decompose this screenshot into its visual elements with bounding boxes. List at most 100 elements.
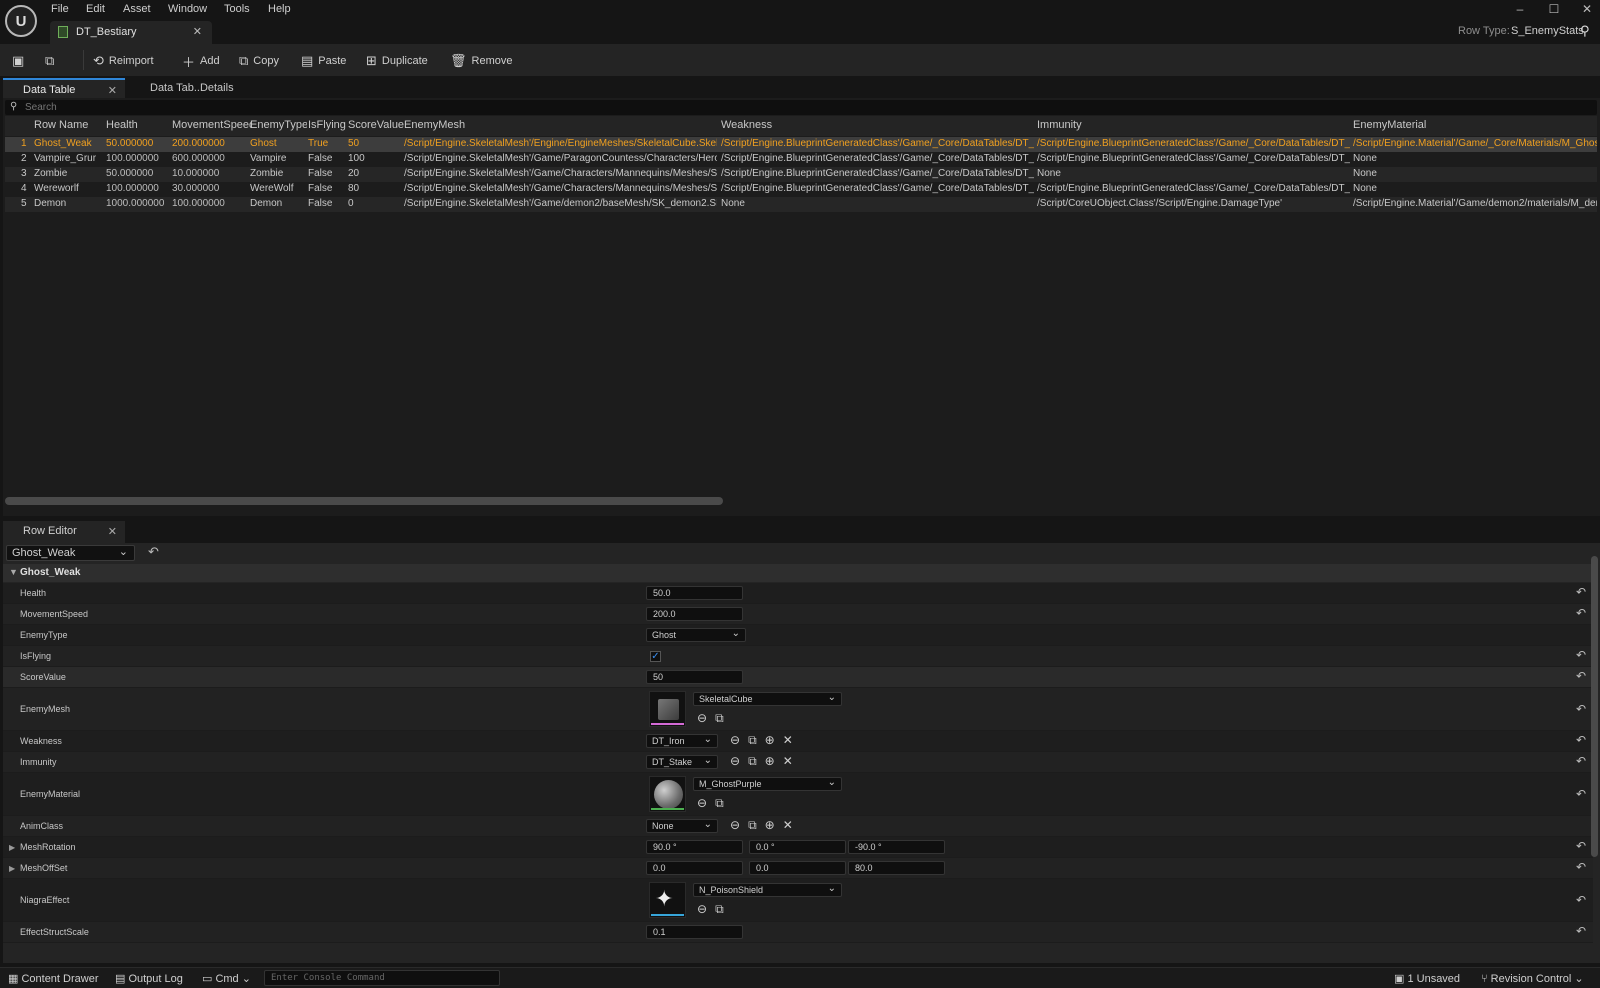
menu-edit[interactable]: Edit <box>86 3 105 19</box>
material-dropdown[interactable]: M_GhostPurple ⌄ <box>693 777 842 791</box>
add-button[interactable]: ＋ Add <box>182 52 220 70</box>
window-close-icon[interactable]: ✕ <box>1577 2 1597 18</box>
mesh-thumbnail[interactable] <box>649 691 686 727</box>
use-selected-icon[interactable]: ⊖ <box>697 902 707 917</box>
health-field[interactable]: 50.0 <box>646 586 743 600</box>
expand-icon[interactable]: ▶ <box>9 843 15 852</box>
close-icon[interactable]: ✕ <box>108 525 117 538</box>
browse-icon[interactable]: ⧉ <box>748 754 757 769</box>
expand-icon[interactable]: ▶ <box>9 864 15 873</box>
reset-icon[interactable]: ↶ <box>1576 648 1586 662</box>
table-row[interactable]: 4 Wereworlf 100.000000 30.000000 WereWol… <box>5 182 1597 197</box>
console-input[interactable]: Enter Console Command <box>264 970 500 986</box>
rotation-y-field[interactable]: 0.0 ° <box>749 840 846 854</box>
use-selected-icon[interactable]: ⊖ <box>730 733 740 748</box>
use-selected-icon[interactable]: ⊖ <box>697 796 707 811</box>
column-header[interactable]: Health <box>106 119 166 131</box>
reset-icon[interactable]: ↶ <box>1576 924 1586 938</box>
section-header[interactable]: ▼ Ghost_Weak <box>3 564 1593 582</box>
weakness-dropdown[interactable]: DT_Iron ⌄ <box>646 734 718 748</box>
search-bar[interactable]: ⚲ <box>5 100 1597 115</box>
use-selected-icon[interactable]: ⊖ <box>697 711 707 726</box>
revision-control-button[interactable]: ⑂ Revision Control ⌄ <box>1481 972 1584 985</box>
unsaved-button[interactable]: ▣ 1 Unsaved <box>1394 972 1460 985</box>
reset-icon[interactable]: ↶ <box>1576 787 1586 801</box>
browse-icon[interactable]: ⧉ <box>45 52 59 70</box>
content-drawer-button[interactable]: ▦ Content Drawer <box>8 972 99 985</box>
column-header[interactable]: MovementSpeed <box>172 119 251 131</box>
offset-z-field[interactable]: 80.0 <box>848 861 945 875</box>
menu-tools[interactable]: Tools <box>224 3 250 19</box>
document-tab[interactable]: DT_Bestiary ✕ <box>50 21 212 44</box>
column-header[interactable]: Weakness <box>721 119 1021 131</box>
reset-icon[interactable]: ↶ <box>1576 606 1586 620</box>
reset-icon[interactable]: ↶ <box>1576 585 1586 599</box>
add-icon[interactable]: ⊕ <box>765 818 775 833</box>
close-icon[interactable]: ✕ <box>108 84 117 97</box>
anim-class-dropdown[interactable]: None ⌄ <box>646 819 718 833</box>
vertical-scrollbar[interactable] <box>1591 556 1598 857</box>
minimize-icon[interactable]: – <box>1510 2 1530 18</box>
table-row[interactable]: 5 Demon 1000.000000 100.000000 Demon Fal… <box>5 197 1597 212</box>
copy-button[interactable]: ⧉ Copy <box>239 52 279 70</box>
column-header[interactable]: EnemyMesh <box>404 119 704 131</box>
material-thumbnail[interactable] <box>649 776 686 812</box>
enemy-type-dropdown[interactable]: Ghost ⌄ <box>646 628 746 642</box>
clear-icon[interactable]: ✕ <box>783 754 793 769</box>
menu-window[interactable]: Window <box>168 3 207 19</box>
tab-details[interactable]: Data Tab..Details <box>130 78 260 98</box>
unreal-logo[interactable]: U <box>5 5 37 37</box>
remove-button[interactable]: 🗑 Remove <box>450 52 512 70</box>
search-icon[interactable]: ⚲ <box>1580 23 1590 39</box>
reset-icon[interactable]: ↶ <box>1576 839 1586 853</box>
column-header[interactable]: EnemyMaterial <box>1353 119 1593 131</box>
browse-icon[interactable]: ⧉ <box>748 818 757 833</box>
column-header[interactable]: Row Name <box>34 119 104 131</box>
reset-icon[interactable]: ↶ <box>148 544 159 560</box>
table-row[interactable]: 3 Zombie 50.000000 10.000000 Zombie Fals… <box>5 167 1597 182</box>
is-flying-checkbox[interactable]: ✓ <box>650 651 661 662</box>
menu-file[interactable]: File <box>51 3 69 19</box>
column-header[interactable]: IsFlying <box>308 119 348 131</box>
column-header[interactable]: Immunity <box>1037 119 1337 131</box>
reimport-button[interactable]: ⟲ Reimport <box>93 52 154 70</box>
maximize-icon[interactable]: ☐ <box>1544 2 1564 18</box>
browse-icon[interactable]: ⧉ <box>715 796 724 811</box>
browse-icon[interactable]: ⧉ <box>715 711 724 726</box>
add-icon[interactable]: ⊕ <box>765 733 775 748</box>
tab-data-table[interactable]: Data Table ✕ <box>3 78 125 98</box>
output-log-button[interactable]: ▤ Output Log <box>115 972 183 985</box>
use-selected-icon[interactable]: ⊖ <box>730 754 740 769</box>
niagara-thumbnail[interactable]: ✦ <box>649 882 686 918</box>
mesh-dropdown[interactable]: SkeletalCube ⌄ <box>693 692 842 706</box>
effect-scale-field[interactable]: 0.1 <box>646 925 743 939</box>
close-icon[interactable]: ✕ <box>193 25 202 38</box>
offset-y-field[interactable]: 0.0 <box>749 861 846 875</box>
immunity-dropdown[interactable]: DT_Stake ⌄ <box>646 755 718 769</box>
horizontal-scrollbar[interactable] <box>5 497 723 505</box>
table-row[interactable]: 1 Ghost_Weak 50.000000 200.000000 Ghost … <box>5 137 1597 152</box>
paste-button[interactable]: ▤ Paste <box>301 52 346 70</box>
collapse-icon[interactable]: ▼ <box>9 567 18 577</box>
cmd-dropdown[interactable]: ▭ Cmd ⌄ <box>202 972 251 985</box>
column-header[interactable]: EnemyType <box>250 119 307 131</box>
duplicate-button[interactable]: ⊞ Duplicate <box>366 52 428 70</box>
offset-x-field[interactable]: 0.0 <box>646 861 743 875</box>
save-icon[interactable]: ▣ <box>12 52 29 70</box>
row-type-value[interactable]: S_EnemyStats <box>1511 25 1584 37</box>
reset-icon[interactable]: ↶ <box>1576 733 1586 747</box>
niagara-dropdown[interactable]: N_PoisonShield ⌄ <box>693 883 842 897</box>
browse-icon[interactable]: ⧉ <box>748 733 757 748</box>
table-row[interactable]: 2 Vampire_Grur 100.000000 600.000000 Vam… <box>5 152 1597 167</box>
reset-icon[interactable]: ↶ <box>1576 702 1586 716</box>
rotation-z-field[interactable]: -90.0 ° <box>848 840 945 854</box>
reset-icon[interactable]: ↶ <box>1576 669 1586 683</box>
reset-icon[interactable]: ↶ <box>1576 860 1586 874</box>
clear-icon[interactable]: ✕ <box>783 818 793 833</box>
add-icon[interactable]: ⊕ <box>765 754 775 769</box>
clear-icon[interactable]: ✕ <box>783 733 793 748</box>
reset-icon[interactable]: ↶ <box>1576 893 1586 907</box>
menu-help[interactable]: Help <box>268 3 291 19</box>
speed-field[interactable]: 200.0 <box>646 607 743 621</box>
tab-row-editor[interactable]: Row Editor ✕ <box>3 521 125 543</box>
